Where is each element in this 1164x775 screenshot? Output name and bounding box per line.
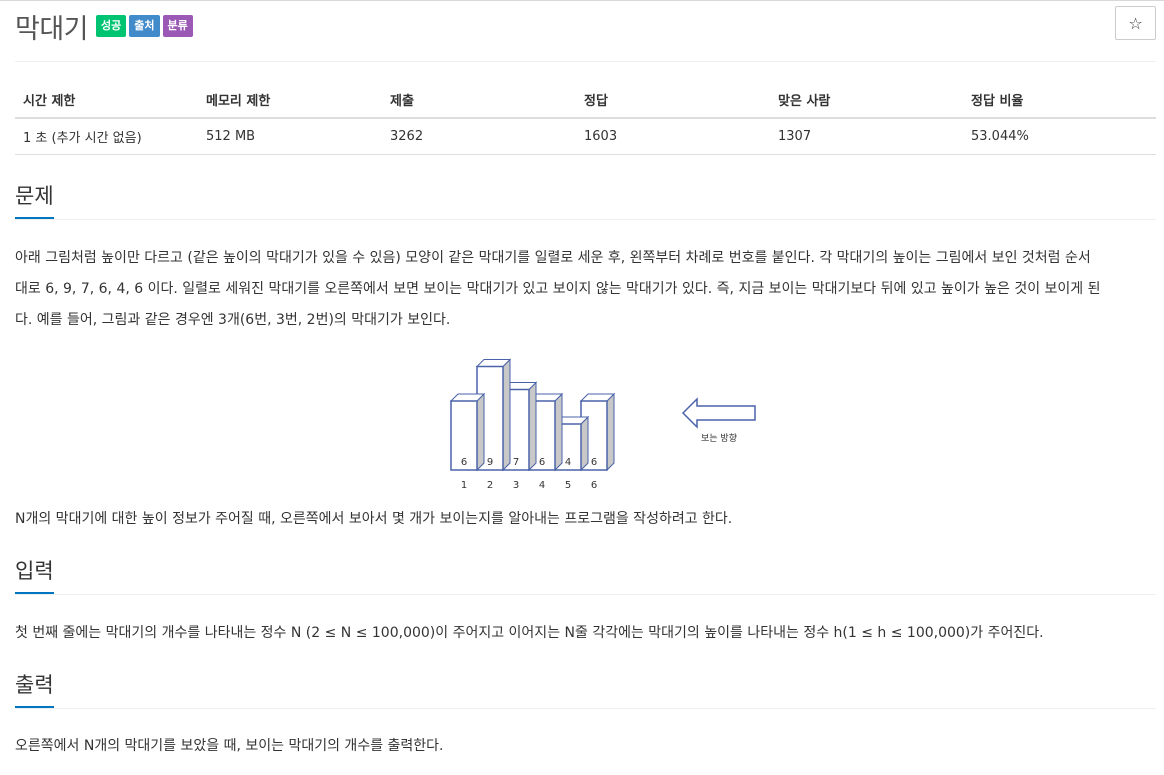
description-line: 대로 6, 9, 7, 6, 4, 6 이다. 일렬로 세워진 막대기를 오른쪽… <box>15 281 1101 297</box>
section-input-header: 입력 <box>15 557 1156 595</box>
bar-index-label: 1 <box>461 480 467 491</box>
header-submissions: 제출 <box>382 82 576 119</box>
value-memory-limit: 512 MB <box>198 118 382 155</box>
view-direction-arrow: 보는 방향 <box>681 397 756 444</box>
value-submissions[interactable]: 3262 <box>382 118 576 155</box>
bar-height-label: 9 <box>487 457 493 468</box>
section-input-title: 입력 <box>15 557 54 594</box>
bar-index-label: 2 <box>487 480 493 491</box>
info-header-row: 시간 제한 메모리 제한 제출 정답 맞은 사람 정답 비율 <box>15 82 1156 119</box>
label-category[interactable]: 분류 <box>162 15 193 37</box>
label-success[interactable]: 성공 <box>96 15 127 37</box>
description-after-figure: N개의 막대기에 대한 높이 정보가 주어질 때, 오른쪽에서 보아서 몇 개가… <box>15 511 733 527</box>
page-title: 막대기 <box>15 13 89 45</box>
value-accept-ratio: 53.044% <box>963 118 1156 155</box>
bar-side-2 <box>502 358 511 472</box>
favorite-button[interactable]: ☆ <box>1115 6 1156 40</box>
header-accept-ratio: 정답 비율 <box>963 82 1156 119</box>
description-line: 다. 예를 들어, 그림과 같은 경우엔 3개(6번, 3번, 2번)의 막대기… <box>15 312 451 328</box>
bar-height-label: 7 <box>513 457 519 468</box>
bar-index-label: 3 <box>513 480 519 491</box>
top-border <box>0 0 1164 1</box>
value-accepted[interactable]: 1603 <box>576 118 770 155</box>
header-memory-limit: 메모리 제한 <box>198 82 382 119</box>
header-accepted: 정답 <box>576 82 770 119</box>
header-time-limit: 시간 제한 <box>15 82 198 119</box>
bar-index-label: 5 <box>565 480 571 491</box>
label-source[interactable]: 출처 <box>129 15 160 37</box>
bar-height-label: 6 <box>539 457 545 468</box>
title-row: 막대기 성공 출처 분류 <box>15 6 196 46</box>
section-description-title: 문제 <box>15 182 54 219</box>
section-description-header: 문제 <box>15 182 1156 220</box>
section-output-title: 출력 <box>15 671 54 708</box>
problem-info-table: 시간 제한 메모리 제한 제출 정답 맞은 사람 정답 비율 1 초 (추가 시… <box>15 82 1156 155</box>
bars-figure: 6 6 4 5 6 4 7 3 9 2 6 1 보는 방향 <box>449 358 756 491</box>
bar-height-label: 6 <box>591 457 597 468</box>
bar-index-label: 6 <box>591 480 597 491</box>
bar-side-6 <box>606 392 615 472</box>
value-time-limit: 1 초 (추가 시간 없음) <box>15 118 198 155</box>
description-text: 아래 그림처럼 높이만 다르고 (같은 높이의 막대기가 있을 수 있음) 모양… <box>15 243 1156 336</box>
info-value-row: 1 초 (추가 시간 없음) 512 MB 3262 1603 1307 53.… <box>15 118 1156 155</box>
bars-layer: 6 6 4 5 6 4 7 3 9 2 6 1 <box>449 358 616 491</box>
output-text: 오른쪽에서 N개의 막대기를 보았을 때, 보이는 막대기의 개수를 출력한다. <box>15 738 444 754</box>
bar-side-5 <box>580 415 589 472</box>
star-icon: ☆ <box>1128 13 1143 33</box>
bar-side-3 <box>528 381 537 472</box>
left-arrow-icon <box>681 397 756 429</box>
section-output-header: 출력 <box>15 671 1156 709</box>
bar-side-4 <box>554 392 563 472</box>
bar-height-label: 6 <box>461 457 467 468</box>
bar-index-label: 4 <box>539 480 545 491</box>
arrow-caption: 보는 방향 <box>701 432 737 444</box>
value-solved-users[interactable]: 1307 <box>770 118 963 155</box>
description-line: 아래 그림처럼 높이만 다르고 (같은 높이의 막대기가 있을 수 있음) 모양… <box>15 250 1091 266</box>
input-text: 첫 번째 줄에는 막대기의 개수를 나타내는 정수 N (2 ≤ N ≤ 100… <box>15 625 1044 641</box>
bar-height-label: 4 <box>565 457 571 468</box>
title-divider <box>15 61 1156 62</box>
header-solved-users: 맞은 사람 <box>770 82 963 119</box>
bar-side-1 <box>476 392 485 472</box>
